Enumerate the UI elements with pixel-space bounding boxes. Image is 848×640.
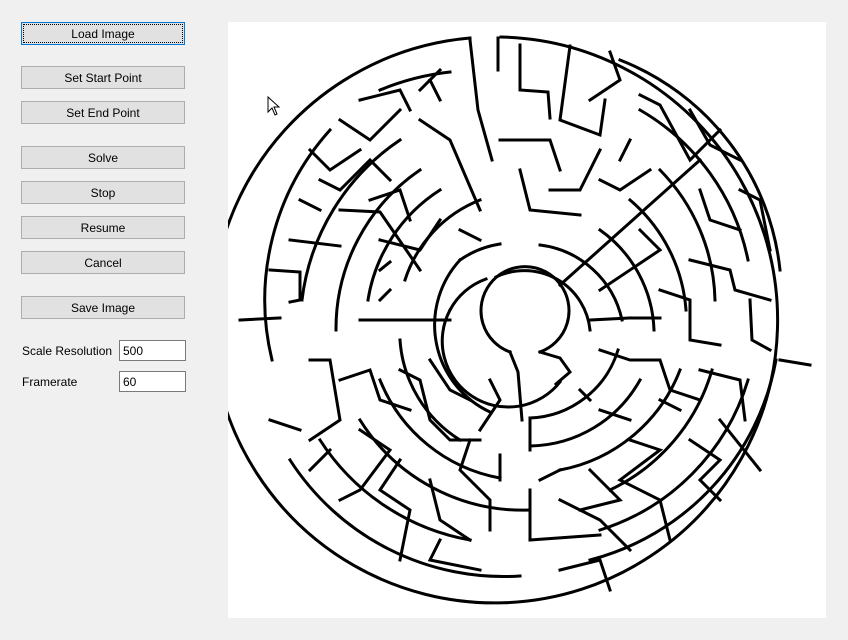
maze-ring-wall [608, 368, 714, 492]
scale-resolution-label: Scale Resolution [22, 344, 113, 358]
maze-wall [537, 467, 563, 483]
set-end-point-button[interactable]: Set End Point [21, 101, 185, 124]
maze-ring-wall [597, 227, 656, 332]
maze-ring-wall [494, 269, 592, 332]
maze-ring-wall [403, 198, 482, 282]
maze-wall [518, 168, 582, 217]
maze-ring-wall [457, 242, 502, 263]
maze-wall [578, 467, 623, 512]
maze-ring-wall [528, 377, 643, 448]
maze-wall [317, 157, 393, 192]
maze-ring-wall [637, 107, 750, 262]
maze-wall [558, 44, 607, 138]
framerate-label: Framerate [22, 375, 78, 389]
maze-wall [688, 258, 772, 302]
maze-wall [558, 558, 612, 592]
maze-wall [617, 137, 633, 163]
maze-wall [528, 533, 602, 542]
resume-button[interactable]: Resume [21, 216, 185, 239]
maze-wall [377, 259, 393, 273]
stop-button[interactable]: Stop [21, 181, 185, 204]
maze-canvas[interactable] [210, 22, 826, 618]
maze-wall [427, 537, 482, 572]
maze-wall [427, 77, 443, 103]
maze-wall [297, 197, 323, 213]
maze-wall [338, 368, 412, 412]
maze-wall [307, 358, 342, 443]
maze-center-wall [479, 265, 571, 354]
scale-resolution-input[interactable] [119, 340, 186, 361]
maze-wall [748, 298, 773, 353]
maze-ring-wall [598, 378, 750, 532]
maze-wall [597, 167, 653, 192]
maze-wall [458, 438, 492, 532]
maze-wall [307, 447, 333, 473]
maze-wall [377, 287, 393, 303]
maze-ring-wall [618, 58, 782, 272]
maze-wall [307, 147, 363, 172]
framerate-input[interactable] [119, 371, 186, 392]
maze-center-wall [508, 350, 524, 422]
maze-wall [337, 107, 403, 142]
maze-ring-wall [440, 307, 563, 409]
maze-wall [548, 147, 603, 192]
mouse-pointer-icon [267, 95, 281, 119]
circular-maze [210, 35, 812, 605]
maze-wall [498, 138, 562, 172]
maze-wall [238, 316, 282, 322]
solve-button[interactable]: Solve [21, 146, 185, 169]
maze-wall [698, 188, 742, 232]
maze-wall [557, 157, 703, 288]
save-image-button[interactable]: Save Image [21, 296, 185, 319]
maze-wall [698, 368, 747, 422]
maze-wall [658, 288, 722, 347]
maze-wall [468, 38, 494, 162]
maze-wall [268, 268, 302, 304]
maze-wall [268, 418, 302, 432]
set-start-point-button[interactable]: Set Start Point [21, 66, 185, 89]
maze-wall [518, 43, 552, 120]
maze-wall [778, 358, 812, 367]
maze-wall [358, 88, 413, 113]
maze-center-wall [538, 350, 573, 387]
maze-ring-wall [528, 348, 620, 420]
maze-wall [457, 227, 483, 243]
cancel-button[interactable]: Cancel [21, 251, 185, 274]
maze-ring-wall [378, 70, 452, 92]
maze-wall [377, 457, 412, 562]
maze-wall [368, 188, 412, 222]
load-image-button[interactable]: Load Image [21, 22, 185, 45]
maze-wall [588, 316, 632, 322]
